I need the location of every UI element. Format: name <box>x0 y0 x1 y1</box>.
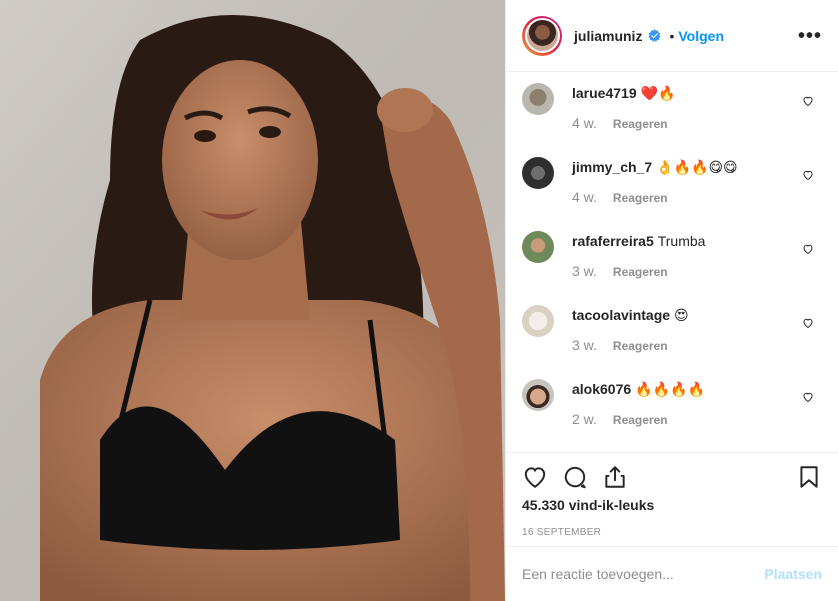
reply-button[interactable]: Reageren <box>613 339 668 353</box>
comment-time[interactable]: 2 w. <box>572 411 597 427</box>
reply-button[interactable]: Reageren <box>613 117 668 131</box>
follow-button[interactable]: Volgen <box>678 28 724 44</box>
post-photo-illustration <box>0 0 505 601</box>
comment-like-heart-icon[interactable] <box>802 95 814 107</box>
commenter-username[interactable]: larue4719 <box>572 85 637 101</box>
reply-button[interactable]: Reageren <box>613 265 668 279</box>
comment-time[interactable]: 3 w. <box>572 263 597 279</box>
commenter-avatar[interactable] <box>522 231 554 263</box>
comment-like-heart-icon[interactable] <box>802 243 814 255</box>
post-photo[interactable] <box>0 0 505 601</box>
comments-list[interactable]: larue4719 ❤️🔥 4 w. Reageren jimmy_ch_7 👌🔥🔥😋… <box>506 72 838 452</box>
comment-text: 👌🔥🔥😋😋 <box>656 159 738 175</box>
reply-button[interactable]: Reageren <box>613 413 668 427</box>
comment-icon[interactable] <box>562 464 588 490</box>
author-username[interactable]: juliamuniz <box>574 28 642 44</box>
comment-item: tacoolavintage 😍 3 w. Reageren <box>522 304 822 378</box>
add-comment-bar: Plaatsen <box>506 546 838 601</box>
comment-item: jimmy_ch_7 👌🔥🔥😋😋 4 w. Reageren <box>522 156 822 230</box>
save-icon[interactable] <box>796 464 822 490</box>
comment-like-heart-icon[interactable] <box>802 391 814 403</box>
comment-input[interactable] <box>522 566 765 582</box>
comment-text: Trumba <box>657 233 706 249</box>
comment-time[interactable]: 4 w. <box>572 189 597 205</box>
author-avatar-image <box>524 18 560 53</box>
comment-time[interactable]: 3 w. <box>572 337 597 353</box>
commenter-username[interactable]: jimmy_ch_7 <box>572 159 652 175</box>
commenter-avatar[interactable] <box>522 83 554 115</box>
commenter-username[interactable]: rafaferreira5 <box>572 233 654 249</box>
comment-item: larue4719 ❤️🔥 4 w. Reageren <box>522 82 822 156</box>
post-date[interactable]: 16 SEPTEMBER <box>522 527 822 538</box>
commenter-username[interactable]: tacoolavintage <box>572 307 670 323</box>
more-icon[interactable]: ••• <box>798 26 822 46</box>
post-comment-button[interactable]: Plaatsen <box>764 566 822 582</box>
commenter-avatar[interactable] <box>522 157 554 189</box>
comment-item: rafaferreira5 Trumba 3 w. Reageren <box>522 230 822 304</box>
comment-text: 🔥🔥🔥🔥 <box>635 381 705 397</box>
commenter-avatar[interactable] <box>522 305 554 337</box>
share-icon[interactable] <box>602 464 628 490</box>
post-actions: 45.330 vind-ik-leuks 16 SEPTEMBER <box>506 452 838 546</box>
post-panel: juliamuniz • Volgen ••• larue4719 ❤️🔥 4 w… <box>505 0 838 601</box>
comment-item: alok6076 🔥🔥🔥🔥 2 w. Reageren <box>522 378 822 452</box>
reply-button[interactable]: Reageren <box>613 191 668 205</box>
comment-like-heart-icon[interactable] <box>802 169 814 181</box>
comment-like-heart-icon[interactable] <box>802 317 814 329</box>
likes-count[interactable]: 45.330 vind-ik-leuks <box>522 497 822 513</box>
comment-text: 😍 <box>674 307 689 323</box>
comment-text: ❤️🔥 <box>640 85 676 101</box>
author-avatar[interactable] <box>522 15 562 56</box>
comment-time[interactable]: 4 w. <box>572 115 597 131</box>
verified-icon <box>648 29 661 42</box>
commenter-avatar[interactable] <box>522 379 554 411</box>
separator-dot: • <box>669 27 675 44</box>
heart-icon[interactable] <box>522 464 548 490</box>
commenter-username[interactable]: alok6076 <box>572 381 631 397</box>
post-header: juliamuniz • Volgen ••• <box>506 0 838 72</box>
